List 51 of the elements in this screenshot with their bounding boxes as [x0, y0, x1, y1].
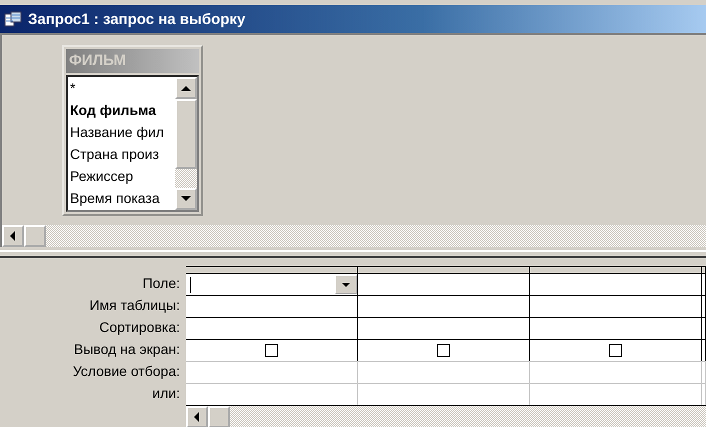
row-label: Сортировка:: [98, 318, 181, 337]
down-arrow-icon: [181, 196, 191, 202]
dropdown-button[interactable]: [335, 275, 357, 294]
grid-cell[interactable]: [186, 317, 358, 339]
field-item[interactable]: Название фил: [68, 121, 175, 143]
grid-cell[interactable]: [186, 273, 358, 295]
field-item[interactable]: Код фильма: [68, 99, 175, 121]
row-label: Имя таблицы:: [88, 296, 181, 315]
column-selector[interactable]: [530, 266, 702, 273]
scroll-thumb[interactable]: [175, 99, 197, 169]
checkbox[interactable]: [265, 344, 278, 357]
row-label: Вывод на экран:: [72, 340, 181, 359]
down-arrow-icon: [342, 282, 350, 286]
column-selector[interactable]: [186, 266, 358, 273]
up-arrow-icon: [181, 85, 191, 91]
grid-cell[interactable]: [530, 295, 702, 317]
pane-splitter[interactable]: [0, 250, 706, 258]
grid-cell[interactable]: [530, 317, 702, 339]
grid-cell[interactable]: [358, 317, 530, 339]
grid-cell[interactable]: [186, 339, 358, 361]
grid-cell[interactable]: [358, 339, 530, 361]
scroll-left-button[interactable]: [2, 225, 24, 247]
left-arrow-icon: [9, 231, 17, 241]
scroll-left-button[interactable]: [186, 406, 208, 427]
grid-cell[interactable]: [358, 273, 530, 295]
field-item[interactable]: *: [68, 77, 175, 99]
checkbox[interactable]: [437, 344, 450, 357]
row-label: или:: [151, 384, 181, 403]
text-cursor: [190, 276, 191, 292]
grid-cell[interactable]: [530, 273, 702, 295]
grid-cell[interactable]: [186, 295, 358, 317]
scroll-down-button[interactable]: [175, 188, 197, 210]
horizontal-scrollbar[interactable]: [2, 225, 706, 247]
row-label: Поле:: [142, 274, 181, 293]
row-label: Условие отбора:: [72, 362, 181, 381]
grid-cell[interactable]: [530, 339, 702, 361]
left-arrow-icon: [193, 412, 201, 422]
window-title: Запрос1 : запрос на выборку: [28, 10, 246, 28]
scroll-thumb[interactable]: [24, 225, 46, 247]
field-item[interactable]: Режиссер: [68, 165, 175, 187]
column-selector[interactable]: [358, 266, 530, 273]
table-title: ФИЛЬМ: [66, 49, 199, 73]
query-icon: [4, 11, 22, 27]
scroll-up-button[interactable]: [175, 77, 197, 99]
checkbox[interactable]: [609, 344, 622, 357]
scroll-thumb[interactable]: [208, 406, 230, 427]
vertical-scrollbar[interactable]: [175, 77, 197, 210]
field-item[interactable]: Страна произ: [68, 143, 175, 165]
field-item[interactable]: Время показа: [68, 187, 175, 209]
grid-scrollbar[interactable]: [186, 405, 706, 427]
grid-cell[interactable]: [358, 295, 530, 317]
